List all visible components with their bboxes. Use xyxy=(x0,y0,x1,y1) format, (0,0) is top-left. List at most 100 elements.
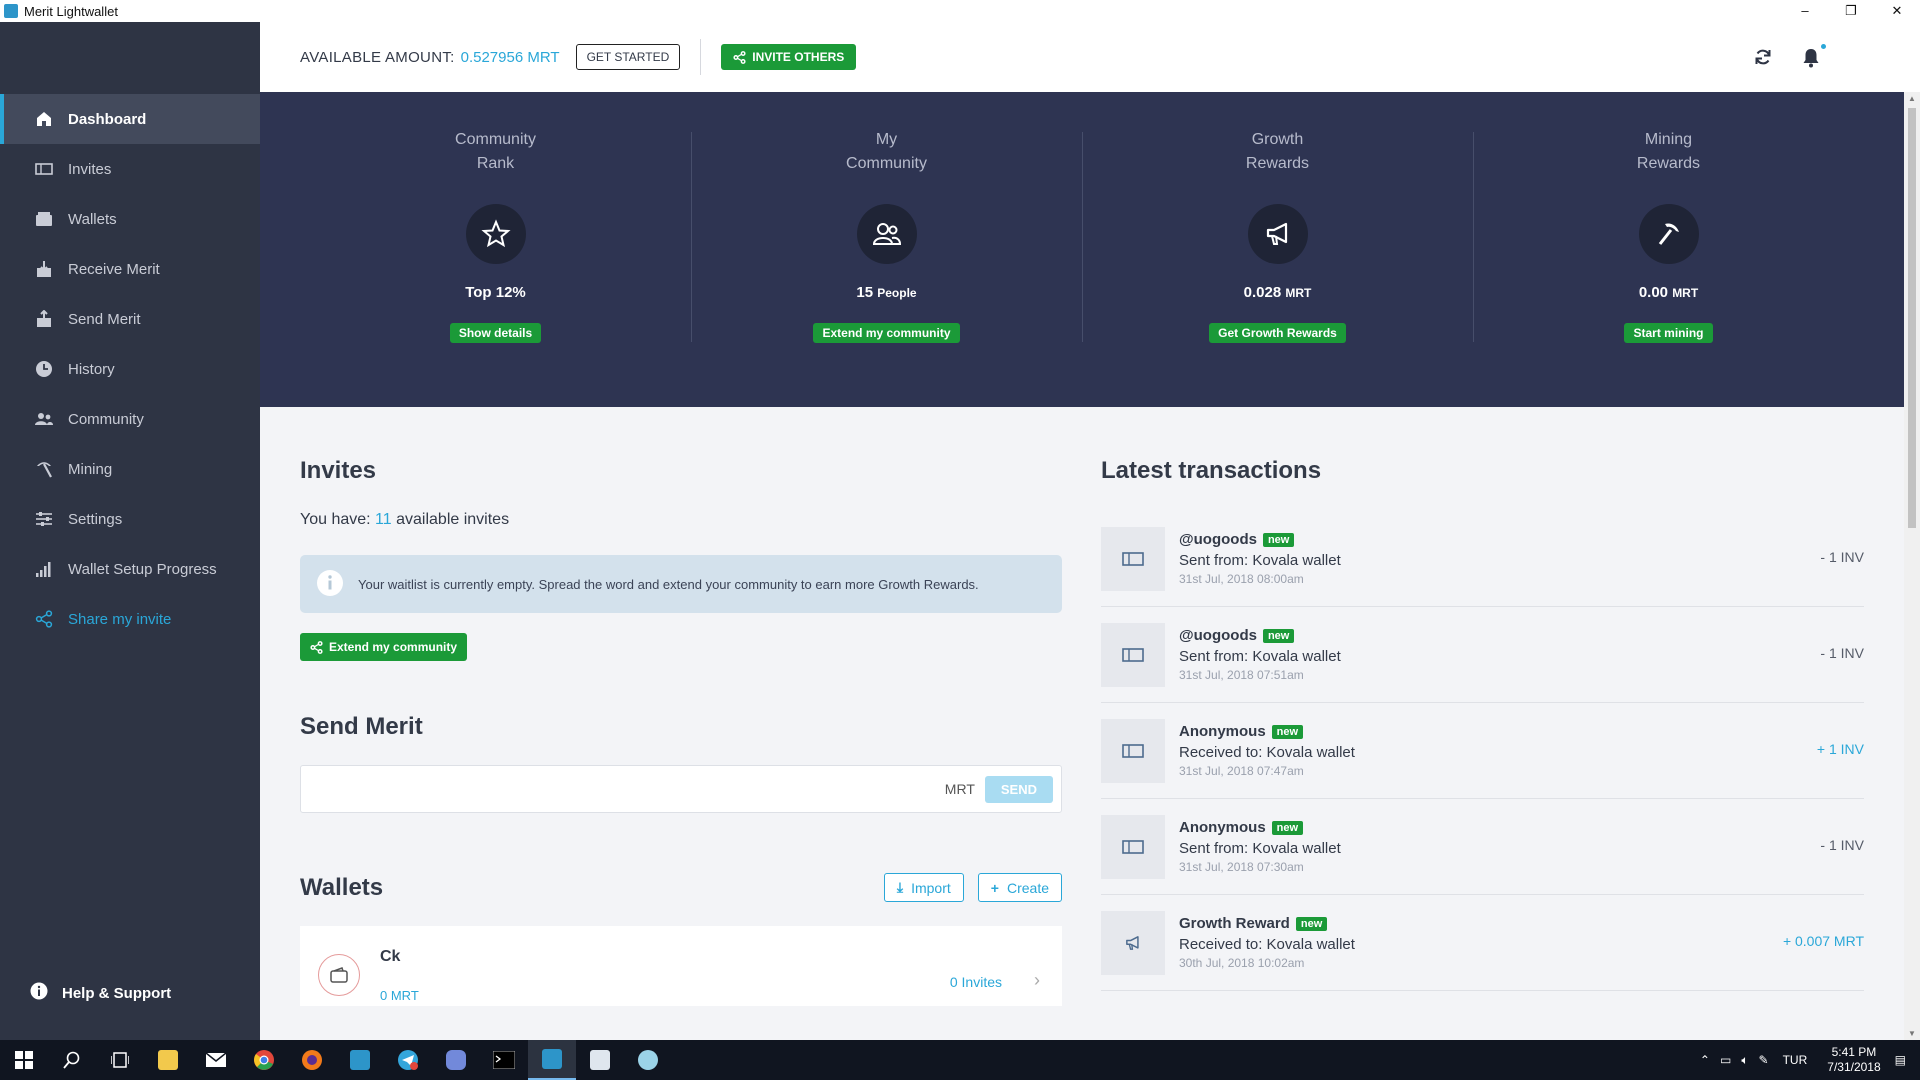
transaction-row[interactable]: Growth Reward new Received to: Kovala wal… xyxy=(1101,895,1864,991)
send-unit-label: MRT xyxy=(944,781,975,797)
transaction-amount: - 1 INV xyxy=(1820,837,1864,853)
task-view-button[interactable] xyxy=(96,1040,144,1080)
available-invites-count: 11 xyxy=(375,511,392,528)
transaction-details: @uogoods new Sent from: Kovala wallet 31s… xyxy=(1179,531,1341,586)
merit-lightwallet-app[interactable] xyxy=(528,1040,576,1080)
topbar-icons xyxy=(1754,44,1826,73)
new-badge: new xyxy=(1262,532,1295,547)
get-growth-rewards-button[interactable]: Get Growth Rewards xyxy=(1209,323,1346,343)
transaction-row[interactable]: Anonymous new Received to: Kovala wallet … xyxy=(1101,703,1864,799)
available-amount-label: AVAILABLE AMOUNT: xyxy=(300,48,455,66)
sidebar-item-wallet-setup-progress[interactable]: Wallet Setup Progress xyxy=(0,544,260,594)
sidebar-item-label: Community xyxy=(68,410,144,428)
sidebar-item-mining[interactable]: Mining xyxy=(0,444,260,494)
sidebar-item-invites[interactable]: Invites xyxy=(0,144,260,194)
transaction-row[interactable]: @uogoods new Sent from: Kovala wallet 31s… xyxy=(1101,607,1864,703)
scroll-down-arrow-icon[interactable]: ▼ xyxy=(1908,1029,1916,1038)
notepad-app[interactable] xyxy=(576,1040,624,1080)
search-button[interactable] xyxy=(48,1040,96,1080)
transaction-row[interactable]: Anonymous new Sent from: Kovala wallet 31… xyxy=(1101,799,1864,895)
paint-app[interactable] xyxy=(624,1040,672,1080)
sidebar-item-label: Wallet Setup Progress xyxy=(68,560,217,578)
windows-logo-icon xyxy=(15,1051,33,1069)
megaphone-icon xyxy=(1247,204,1308,264)
transaction-row[interactable]: @uogoods new Sent from: Kovala wallet 31s… xyxy=(1101,511,1864,607)
sidebar: Dashboard Invites Wallets Receive Merit … xyxy=(0,22,260,1040)
network-icon[interactable]: ▭ xyxy=(1720,1053,1731,1067)
minimize-button[interactable]: – xyxy=(1782,0,1828,22)
pen-icon[interactable]: ✎ xyxy=(1759,1053,1769,1067)
sidebar-item-community[interactable]: Community xyxy=(0,394,260,444)
telegram-app[interactable] xyxy=(384,1040,432,1080)
maximize-button[interactable]: ❐ xyxy=(1828,0,1874,22)
notifications-bell-icon[interactable] xyxy=(1802,44,1826,73)
vertical-scrollbar[interactable]: ▲ ▼ xyxy=(1904,92,1920,1040)
sidebar-item-history[interactable]: History xyxy=(0,344,260,394)
extend-my-community-button[interactable]: Extend my community xyxy=(300,633,468,661)
terminal-app[interactable] xyxy=(480,1040,528,1080)
keyboard-language[interactable]: TUR xyxy=(1783,1053,1808,1067)
transaction-counterparty: @uogoods new xyxy=(1179,627,1341,644)
transaction-date: 31st Jul, 2018 07:30am xyxy=(1179,860,1304,874)
mail-app[interactable] xyxy=(192,1040,240,1080)
send-amount-input[interactable] xyxy=(301,766,945,812)
tray-chevron-up-icon[interactable]: ⌃ xyxy=(1700,1053,1710,1067)
invite-others-button[interactable]: INVITE OTHERS xyxy=(721,44,857,70)
show-details-button[interactable]: Show details xyxy=(449,323,542,343)
action-center-icon[interactable]: ▤ xyxy=(1895,1053,1906,1067)
transaction-details: @uogoods new Sent from: Kovala wallet 31s… xyxy=(1179,627,1341,682)
wallet-card[interactable]: Ck 0 MRT 0 Invites › xyxy=(300,926,1062,1006)
send-button[interactable]: SEND xyxy=(984,775,1053,803)
star-icon xyxy=(465,204,526,264)
help-support-link[interactable]: Help & Support xyxy=(30,982,171,1004)
discord-app[interactable] xyxy=(432,1040,480,1080)
scroll-up-arrow-icon[interactable]: ▲ xyxy=(1908,94,1916,103)
import-wallet-button[interactable]: ⤓ Import xyxy=(883,873,964,902)
sidebar-item-label: Receive Merit xyxy=(68,260,160,278)
sidebar-item-share-my-invite[interactable]: Share my invite xyxy=(0,594,260,644)
sidebar-item-send-merit[interactable]: Send Merit xyxy=(0,294,260,344)
start-mining-button[interactable]: Start mining xyxy=(1624,323,1713,343)
share-icon xyxy=(733,50,746,64)
close-button[interactable]: ✕ xyxy=(1874,0,1920,22)
clock[interactable]: 5:41 PM 7/31/2018 xyxy=(1827,1045,1880,1075)
send-icon xyxy=(34,310,54,328)
new-badge: new xyxy=(1271,724,1304,739)
stat-value: Top 12% xyxy=(465,284,526,301)
topbar-divider xyxy=(700,39,702,75)
new-badge: new xyxy=(1271,820,1304,835)
sidebar-item-label: History xyxy=(68,360,115,378)
send-merit-title: Send Merit xyxy=(300,713,423,740)
get-started-button[interactable]: GET STARTED xyxy=(575,44,681,70)
sidebar-item-settings[interactable]: Settings xyxy=(0,494,260,544)
volume-icon[interactable]: 🔈︎ xyxy=(1741,1053,1748,1068)
wallet-invites: 0 Invites xyxy=(949,974,1002,990)
extend-my-community-button[interactable]: Extend my community xyxy=(813,323,960,343)
info-icon xyxy=(316,569,344,600)
windows-taskbar: ⌃ ▭ 🔈︎ ✎ TUR 5:41 PM 7/31/2018 ▤ xyxy=(0,1040,1920,1080)
sidebar-item-dashboard[interactable]: Dashboard xyxy=(0,94,260,144)
refresh-icon[interactable] xyxy=(1754,48,1772,73)
merit-app[interactable] xyxy=(336,1040,384,1080)
firefox-app[interactable] xyxy=(288,1040,336,1080)
right-column: Latest transactions @uogoods new Sent fro… xyxy=(1101,407,1864,991)
send-merit-form: MRT SEND xyxy=(300,765,1062,813)
stat-title: Growth Rewards xyxy=(1245,131,1310,172)
chrome-app[interactable] xyxy=(240,1040,288,1080)
sidebar-item-receive-merit[interactable]: Receive Merit xyxy=(0,244,260,294)
stat-title: Community Rank xyxy=(455,131,536,172)
transactions-list: @uogoods new Sent from: Kovala wallet 31s… xyxy=(1101,511,1864,991)
start-button[interactable] xyxy=(0,1040,48,1080)
window-titlebar: Merit Lightwallet – ❐ ✕ xyxy=(0,0,1920,22)
scrollbar-thumb[interactable] xyxy=(1908,108,1916,528)
clock-date: 7/31/2018 xyxy=(1827,1060,1881,1074)
notification-dot xyxy=(1821,44,1826,49)
ticket-icon xyxy=(1101,718,1165,783)
sidebar-item-wallets[interactable]: Wallets xyxy=(0,194,260,244)
create-wallet-button[interactable]: + Create xyxy=(977,873,1062,902)
clock-icon xyxy=(34,360,54,378)
plus-icon: + xyxy=(990,879,999,896)
file-explorer-app[interactable] xyxy=(144,1040,192,1080)
stat-my-community: My Community 15 People Extend my communi… xyxy=(691,92,1082,407)
chevron-right-icon: › xyxy=(1034,970,1040,990)
